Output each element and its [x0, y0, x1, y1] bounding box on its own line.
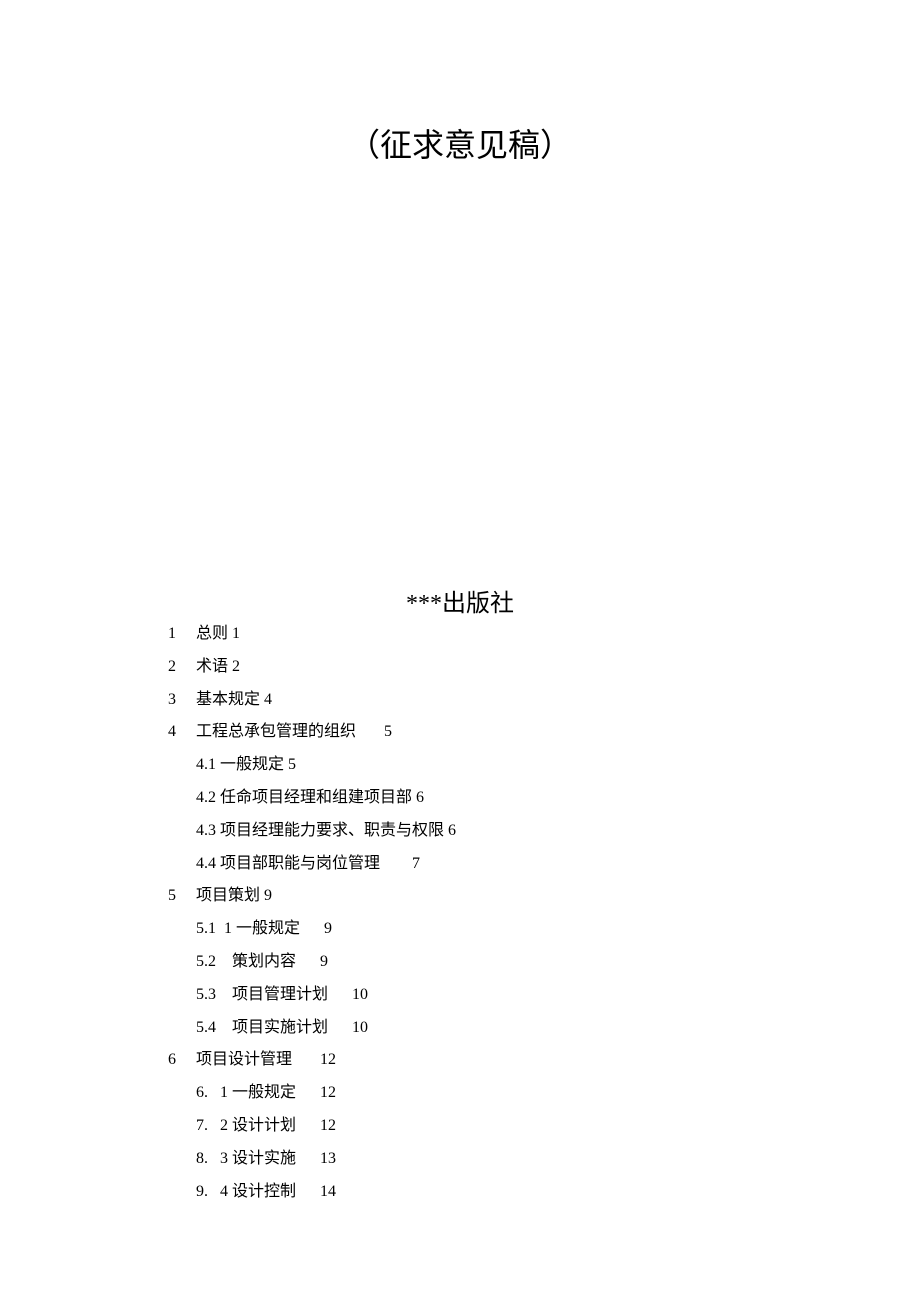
toc-sub-entry: 6. 1 一般规定 12 [196, 1077, 456, 1110]
toc-number: 6 [168, 1044, 196, 1077]
toc-sub-text: 8. 3 设计实施 13 [196, 1143, 336, 1176]
toc-sub-entry: 9. 4 设计控制 14 [196, 1176, 456, 1209]
toc-number: 4 [168, 716, 196, 749]
toc-sub-entry: 4.2 任命项目经理和组建项目部 6 [196, 782, 456, 815]
toc-sub-entry: 4.1 一般规定 5 [196, 749, 456, 782]
toc-sub-text: 6. 1 一般规定 12 [196, 1077, 336, 1110]
toc-text: 总则 1 [196, 618, 240, 651]
toc-sub-entry: 5.4 项目实施计划 10 [196, 1012, 456, 1045]
toc-entry: 3基本规定 4 [168, 684, 456, 717]
toc-sub-text: 5.3 项目管理计划 10 [196, 979, 368, 1012]
toc-entry: 1总则 1 [168, 618, 456, 651]
publisher-name: ***出版社 [0, 583, 920, 618]
toc-sub-entry: 7. 2 设计计划 12 [196, 1110, 456, 1143]
toc-text: 项目设计管理 12 [196, 1044, 336, 1077]
toc-entry: 6项目设计管理 12 [168, 1044, 456, 1077]
table-of-contents: 1总则 12术语 23基本规定 44工程总承包管理的组织 54.1 一般规定 5… [168, 618, 456, 1208]
toc-text: 术语 2 [196, 651, 240, 684]
toc-sub-text: 4.3 项目经理能力要求、职责与权限 6 [196, 815, 456, 848]
toc-sub-text: 4.2 任命项目经理和组建项目部 6 [196, 782, 424, 815]
toc-entry: 5项目策划 9 [168, 880, 456, 913]
toc-sub-entry: 5.3 项目管理计划 10 [196, 979, 456, 1012]
toc-text: 基本规定 4 [196, 684, 272, 717]
toc-number: 3 [168, 684, 196, 717]
toc-sub-entry: 4.4 项目部职能与岗位管理 7 [196, 848, 456, 881]
toc-text: 工程总承包管理的组织 5 [196, 716, 392, 749]
toc-sub-entry: 8. 3 设计实施 13 [196, 1143, 456, 1176]
toc-number: 2 [168, 651, 196, 684]
document-title: （征求意见稿） [0, 120, 920, 166]
toc-number: 5 [168, 880, 196, 913]
toc-sub-text: 5.4 项目实施计划 10 [196, 1012, 368, 1045]
toc-sub-text: 7. 2 设计计划 12 [196, 1110, 336, 1143]
toc-entry: 2术语 2 [168, 651, 456, 684]
toc-sub-entry: 5.2 策划内容 9 [196, 946, 456, 979]
toc-text: 项目策划 9 [196, 880, 272, 913]
toc-sub-entry: 4.3 项目经理能力要求、职责与权限 6 [196, 815, 456, 848]
toc-sub-text: 5.1 1 一般规定 9 [196, 913, 332, 946]
toc-sub-text: 5.2 策划内容 9 [196, 946, 328, 979]
toc-entry: 4工程总承包管理的组织 5 [168, 716, 456, 749]
toc-sub-text: 9. 4 设计控制 14 [196, 1176, 336, 1209]
toc-sub-text: 4.4 项目部职能与岗位管理 7 [196, 848, 420, 881]
toc-sub-entry: 5.1 1 一般规定 9 [196, 913, 456, 946]
toc-sub-text: 4.1 一般规定 5 [196, 749, 296, 782]
toc-number: 1 [168, 618, 196, 651]
